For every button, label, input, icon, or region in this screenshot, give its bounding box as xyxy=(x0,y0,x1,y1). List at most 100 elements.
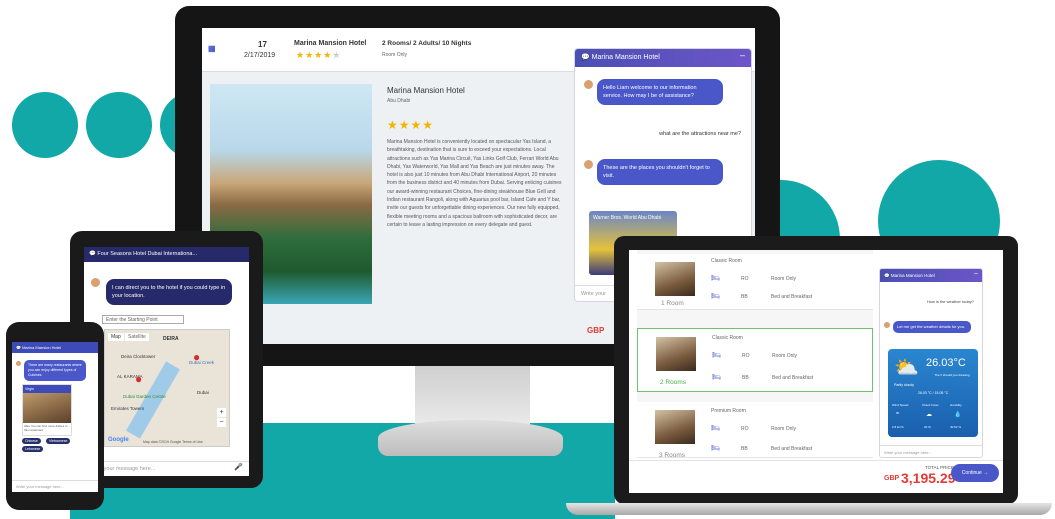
bed-icon: 🛏 xyxy=(711,425,720,432)
header-stars: ★★★★★ xyxy=(296,50,342,60)
bed-icon: 🛏 xyxy=(711,275,720,282)
option-label: Bed and Breakfast xyxy=(771,446,813,452)
restaurant-photo xyxy=(23,393,71,423)
wind-icon: ≈ xyxy=(896,411,900,417)
room-count: 1 Room xyxy=(661,300,684,307)
currency-peek: GBP xyxy=(587,326,605,335)
room-row[interactable]: Premium Room 🛏 RO Room Only 🛏 BB Bed and… xyxy=(637,402,873,459)
zoom-in-button[interactable]: + xyxy=(217,408,226,417)
cuisine-tag-2[interactable]: Vietnamese xyxy=(46,438,71,444)
bot-avatar xyxy=(90,277,101,288)
room-row[interactable]: Classic Room 🛏 RO Room Only 🛏 BB Bed and… xyxy=(637,254,873,310)
cuisine-tag-3[interactable]: Lebanese xyxy=(22,446,44,452)
weather-condition: Partly cloudy xyxy=(894,383,915,387)
decor-circle-2 xyxy=(86,92,152,158)
laptop-chat-header: 💬 Marina Mansion Hotel xyxy=(880,269,982,282)
bed-icon: 🛏 xyxy=(712,352,721,359)
option-code: BB xyxy=(742,375,749,381)
phone-chat-input[interactable]: Write your message here... xyxy=(12,480,98,492)
room-photo xyxy=(655,410,695,444)
room-photo xyxy=(656,337,696,371)
bot-avatar xyxy=(883,321,891,329)
stat-label-cloud: Cloud Cover xyxy=(922,403,939,407)
tablet-bot-message: I can direct you to the hotel if you cou… xyxy=(106,279,232,305)
map-tab[interactable]: Map xyxy=(108,333,124,341)
monitor-stand xyxy=(415,366,530,428)
cuisine-tag-1[interactable]: Chinese xyxy=(22,438,41,444)
restaurant-card-sub: Also You can find more dishes in this re… xyxy=(24,424,68,432)
bot-avatar xyxy=(15,360,22,367)
option-label: Room Only xyxy=(771,426,797,432)
bot-avatar-2 xyxy=(583,159,594,170)
total-bar: TOTAL PRICE GBP 3,195.29 Continue → xyxy=(629,460,1003,493)
bot-message-2: These are the places you shouldn't forge… xyxy=(597,159,723,185)
continue-button[interactable]: Continue → xyxy=(951,464,999,482)
checkin-day: 17 xyxy=(258,40,267,49)
weather-icon: ⛅ xyxy=(894,357,919,379)
option-code: RO xyxy=(741,276,749,282)
option-label: Bed and Breakfast xyxy=(772,375,814,381)
stat-value-cloud: 20 % xyxy=(924,425,931,429)
bed-icon: 🛏 xyxy=(711,293,720,300)
calendar-icon: ▦ xyxy=(208,44,216,53)
map-footer: Map data ©2019 Google Terms of Use xyxy=(143,440,203,444)
cloud-icon: ☁ xyxy=(926,412,932,418)
room-row[interactable]: Classic Room 🛏 RO Room Only 🛏 BB Bed and… xyxy=(637,328,873,392)
phone-chat-header: 💬 Marina Mansion Hotel xyxy=(12,342,98,353)
laptop-chat-input[interactable]: Write your message here... xyxy=(880,445,982,457)
laptop-base xyxy=(566,503,1052,515)
header-rooms: 2 Rooms/ 2 Adults/ 10 Nights xyxy=(382,40,472,47)
tablet-chat-input[interactable]: Enter your message here... xyxy=(84,461,249,476)
option-label: Bed and Breakfast xyxy=(771,294,813,300)
option-label: Room Only xyxy=(772,353,798,359)
header-hotel-name: Marina Mansion Hotel xyxy=(294,40,367,47)
option-code: RO xyxy=(741,426,749,432)
map-label-clocktower: Deira Clocktower xyxy=(121,354,156,359)
tablet-screen: 💬 Four Seasons Hotel Dubai Internationa.… xyxy=(84,247,249,476)
chat-minimize-icon[interactable]: – xyxy=(740,50,745,60)
humidity-icon: 💧 xyxy=(954,412,962,418)
monitor-base xyxy=(378,420,563,456)
total-price: 3,195.29 xyxy=(901,470,956,486)
option-label: Room Only xyxy=(771,276,797,282)
map-view[interactable]: Map Satellite DEIRA Deira Clocktower Dub… xyxy=(104,329,230,447)
feels-like: The It should you dressing xyxy=(934,373,970,377)
map-label-towers: Emirates Towers xyxy=(111,406,145,411)
chat-minimize-icon[interactable]: – xyxy=(974,270,978,277)
bot-message-1: Hello Liam welcome to our information se… xyxy=(597,79,723,105)
weather-card: ⛅ 26.03°C The It should you dressing Par… xyxy=(888,349,978,437)
map-pin-icon: ● xyxy=(135,372,143,386)
option-code: BB xyxy=(741,446,748,452)
stat-label-wind: Wind Speed xyxy=(892,403,909,407)
mic-icon[interactable]: 🎤 xyxy=(234,463,243,471)
hotel-location: Abu Dhabi xyxy=(387,98,411,104)
decor-circle-1 xyxy=(12,92,78,158)
room-count: 2 Rooms xyxy=(660,379,687,386)
map-label-dubai: Dubai xyxy=(197,390,209,395)
restaurant-card[interactable]: Virgin Also You can find more dishes in … xyxy=(22,384,72,436)
user-message-1: what are the attractions near me? xyxy=(659,131,741,137)
bed-icon: 🛏 xyxy=(711,445,720,452)
laptop-screen: Classic Room 🛏 RO Room Only 🛏 BB Bed and… xyxy=(629,250,1003,493)
map-pin-icon-2: ● xyxy=(193,350,201,364)
google-logo: Google xyxy=(108,437,129,443)
laptop-bot-message: Let me get the weather details for you. xyxy=(893,321,971,333)
weather-range: 26.03 °C / 15.05 °C xyxy=(918,391,949,395)
stat-label-humidity: Humidity xyxy=(950,403,962,407)
room-name: Classic Room xyxy=(712,335,743,341)
map-label-deira: DEIRA xyxy=(163,336,179,342)
chat-header: 💬 Marina Mansion Hotel xyxy=(575,49,751,67)
bed-icon: 🛏 xyxy=(712,374,721,381)
satellite-tab[interactable]: Satellite xyxy=(125,333,149,341)
laptop-user-message: How is the weather today? xyxy=(926,299,974,304)
option-code: BB xyxy=(741,294,748,300)
phone-screen: 💬 Marina Mansion Hotel There are many re… xyxy=(12,342,98,492)
room-name: Premium Room xyxy=(711,408,746,414)
header-board: Room Only xyxy=(382,52,408,58)
room-name: Classic Room xyxy=(711,258,742,264)
option-code: RO xyxy=(742,353,750,359)
attraction-card-title: Warner Bros. World Abu Dhabi xyxy=(593,215,662,221)
map-label-garden: Dubai Garden Centre xyxy=(123,394,166,399)
starting-point-input[interactable]: Enter the Starting Point xyxy=(102,315,184,324)
zoom-out-button[interactable]: − xyxy=(217,418,226,427)
